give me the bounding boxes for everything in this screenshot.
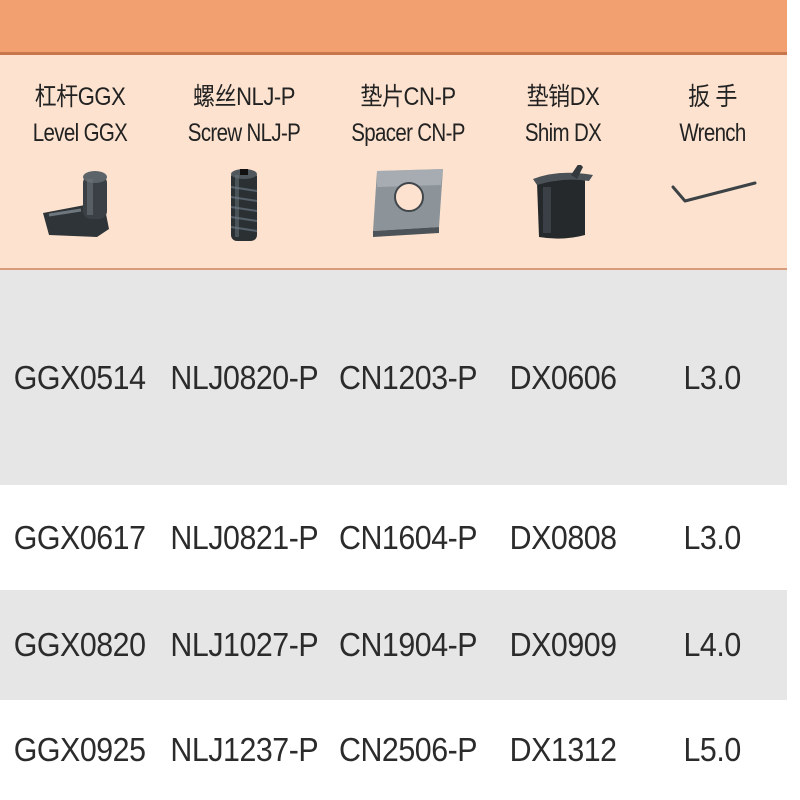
cell-wrench: L4.0 <box>683 626 742 663</box>
header-col-spacer: 垫片CN-P Spacer CN-P <box>328 55 488 268</box>
table-row: GGX0820 NLJ1027-P CN1904-P DX0909 L4.0 <box>0 590 787 700</box>
header-col-lever: 杠杆GGX Level GGX <box>0 55 160 268</box>
shim-icon <box>488 165 638 245</box>
table-row: GGX0925 NLJ1237-P CN2506-P DX1312 L5.0 <box>0 700 787 800</box>
cell-lever: GGX0617 <box>14 518 146 556</box>
cell-shim: DX1312 <box>509 731 617 768</box>
header-col-wrench: 扳 手 Wrench <box>638 55 787 268</box>
screw-icon <box>160 165 328 245</box>
cell-shim: DX0808 <box>509 518 617 556</box>
cell-spacer: CN1604-P <box>338 518 478 556</box>
cell-wrench: L3.0 <box>683 358 742 396</box>
cell-lever: GGX0514 <box>14 358 146 396</box>
table-header: 杠杆GGX Level GGX 螺丝NLJ-P Screw NLJ-P 垫片CN… <box>0 55 787 270</box>
header-en-lever: Level GGX <box>32 119 128 147</box>
spacer-icon <box>328 165 488 245</box>
cell-screw: NLJ1237-P <box>170 731 318 768</box>
header-cn-screw: 螺丝NLJ-P <box>192 83 296 111</box>
cell-spacer: CN1203-P <box>338 358 478 396</box>
cell-screw: NLJ0820-P <box>170 358 318 396</box>
header-cn-lever: 杠杆GGX <box>34 83 126 111</box>
cell-lever: GGX0925 <box>14 731 146 768</box>
cell-wrench: L5.0 <box>683 731 742 768</box>
header-cn-wrench: 扳 手 <box>688 83 737 111</box>
header-en-shim: Shim DX <box>524 119 602 147</box>
header-col-shim: 垫销DX Shim DX <box>488 55 638 268</box>
cell-screw: NLJ0821-P <box>170 518 318 556</box>
cell-lever: GGX0820 <box>14 626 146 663</box>
header-cn-spacer: 垫片CN-P <box>360 83 456 111</box>
cell-spacer: CN1904-P <box>338 626 478 663</box>
table-row: GGX0514 NLJ0820-P CN1203-P DX0606 L3.0 <box>0 270 787 485</box>
header-en-screw: Screw NLJ-P <box>187 119 301 147</box>
table-row: GGX0617 NLJ0821-P CN1604-P DX0808 L3.0 <box>0 485 787 590</box>
header-col-screw: 螺丝NLJ-P Screw NLJ-P <box>160 55 328 268</box>
header-cn-shim: 垫销DX <box>526 83 600 111</box>
top-banner <box>0 0 787 55</box>
cell-wrench: L3.0 <box>683 518 742 556</box>
header-en-spacer: Spacer CN-P <box>351 119 465 147</box>
cell-screw: NLJ1027-P <box>170 626 318 663</box>
cell-shim: DX0606 <box>509 358 617 396</box>
lever-icon <box>0 165 160 245</box>
cell-shim: DX0909 <box>509 626 617 663</box>
cell-spacer: CN2506-P <box>338 731 478 768</box>
wrench-icon <box>638 165 787 245</box>
right-margin <box>787 0 800 800</box>
header-en-wrench: Wrench <box>679 119 746 147</box>
